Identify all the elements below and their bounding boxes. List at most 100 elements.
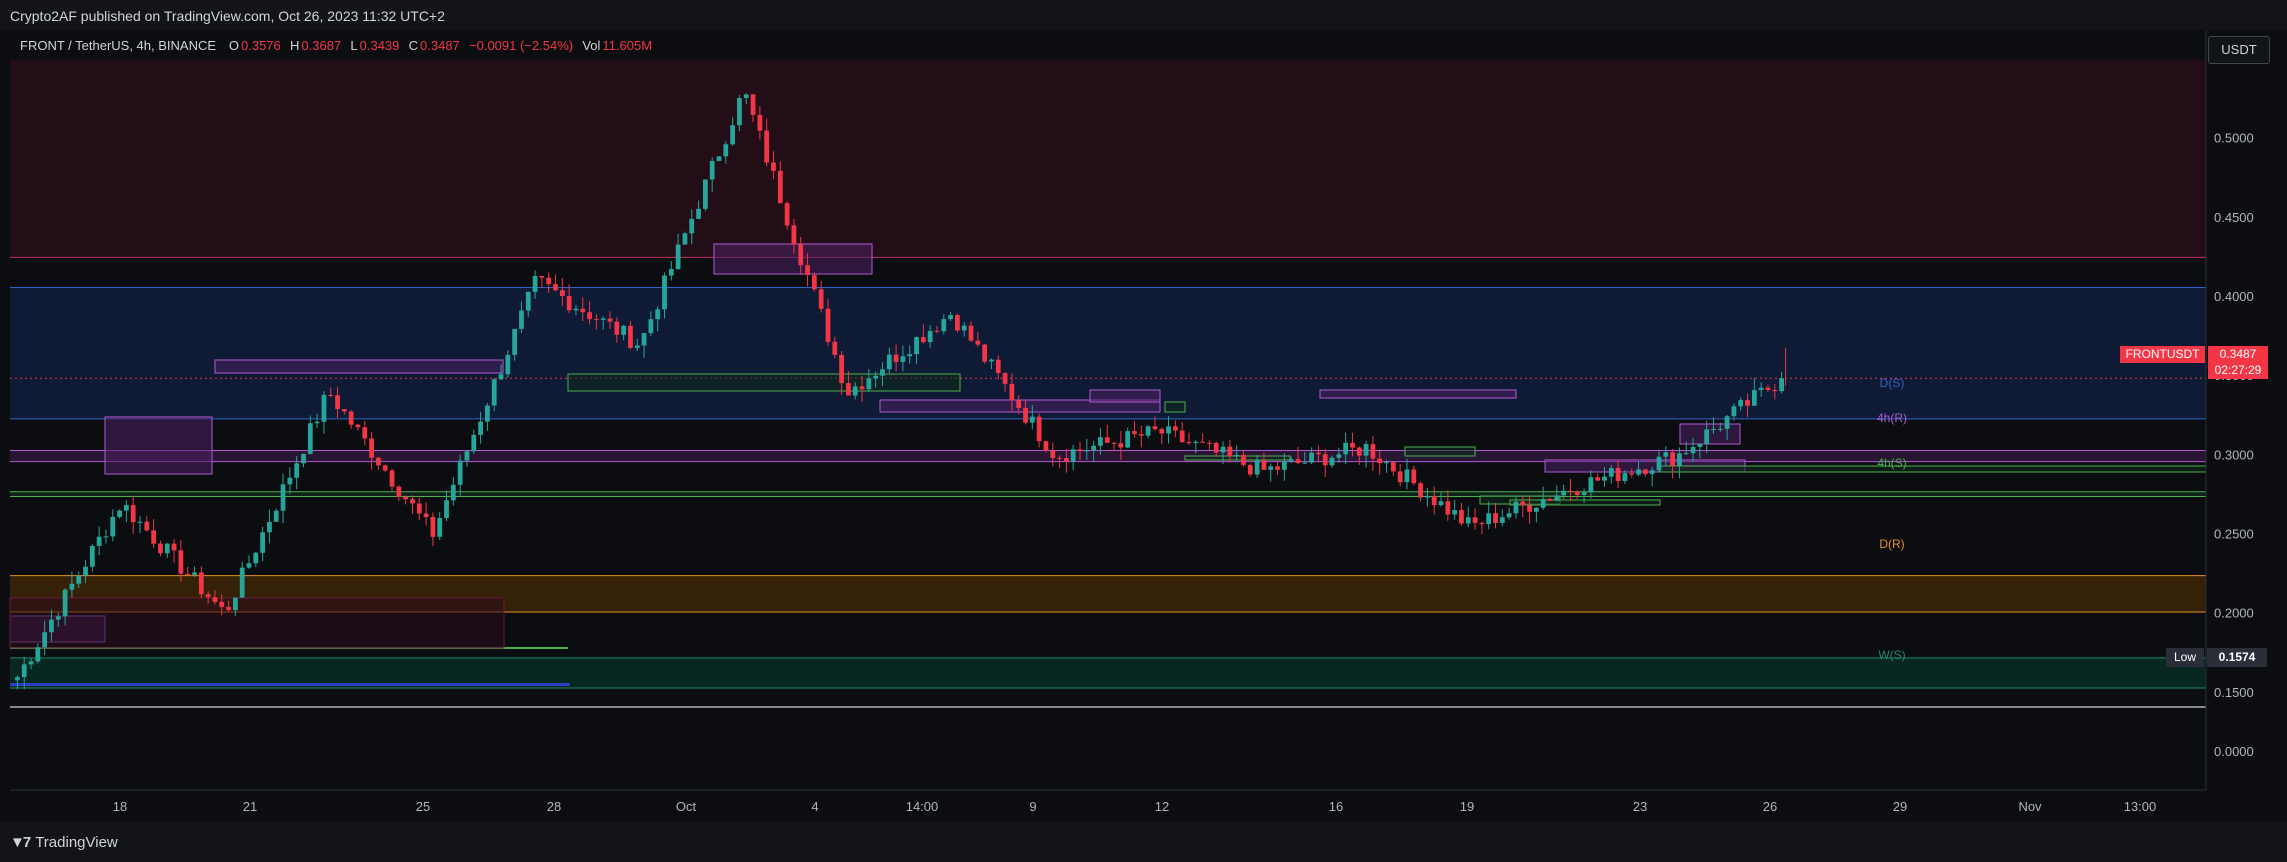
candle-body: [335, 395, 340, 410]
candle-body: [1472, 517, 1478, 523]
candle-body: [491, 379, 497, 406]
candle-body: [846, 383, 851, 396]
candle-body: [1220, 446, 1226, 453]
candle-body: [1288, 459, 1294, 462]
y-tick-label: 0.2500: [2214, 526, 2254, 541]
price-tag-countdown: 02:27:29: [2214, 363, 2262, 377]
order-block: [9, 597, 505, 649]
candle-body: [1234, 454, 1240, 457]
low-value: 0.3439: [359, 38, 400, 53]
candle-body: [410, 499, 415, 504]
candle-body: [594, 319, 599, 321]
open-value: 0.3576: [241, 38, 281, 53]
candle-body: [151, 530, 157, 544]
candle-body: [1677, 453, 1682, 466]
symbol-legend: FRONT / TetherUS, 4h, BINANCE O 0.3576 H0…: [20, 38, 654, 53]
close-value: 0.3487: [420, 38, 460, 53]
candle-body: [1520, 501, 1526, 506]
x-tick-label: 14:00: [906, 799, 939, 814]
candle-body: [1118, 443, 1124, 448]
candle-body: [1649, 470, 1655, 475]
candle-body: [1656, 456, 1662, 471]
candle-body: [1370, 444, 1376, 459]
x-tick-label: 9: [1029, 799, 1036, 814]
candle-body: [989, 359, 994, 362]
tradingview-brand[interactable]: ▼7 TradingView: [10, 834, 118, 851]
candle-body: [1138, 434, 1144, 436]
price-chart[interactable]: 0.50000.45000.40000.35000.30000.25000.20…: [0, 0, 2287, 862]
candle-body: [355, 424, 361, 428]
candle-body: [396, 486, 402, 497]
candle-body: [525, 291, 531, 311]
candle-body: [934, 330, 940, 332]
candle-body: [1642, 469, 1648, 475]
x-tick-label: 26: [1763, 799, 1777, 814]
candle-body: [1377, 458, 1383, 464]
candle-body: [1084, 450, 1090, 452]
candle-body: [260, 532, 266, 553]
candle-body: [1302, 462, 1308, 464]
zone-supply: [10, 59, 2206, 258]
x-tick-label: 29: [1893, 799, 1907, 814]
order-block: [1509, 499, 1661, 506]
candle-body: [83, 566, 88, 576]
footer-bar: [0, 822, 2287, 862]
x-tick-label: 21: [243, 799, 257, 814]
candle-body: [15, 677, 20, 681]
candle-body: [512, 328, 518, 355]
candle-body: [137, 521, 143, 523]
candle-body: [287, 477, 293, 485]
candle-body: [1527, 505, 1532, 512]
candle-body: [328, 394, 334, 396]
candle-body: [1152, 426, 1158, 430]
candle-body: [1704, 429, 1710, 445]
y-tick-label: 0.1500: [2214, 685, 2254, 700]
y-tick-label: 0.2000: [2214, 606, 2254, 621]
tradingview-logo-icon: ▼7: [10, 834, 31, 851]
candle-body: [1179, 430, 1185, 443]
y-tick-label: 0.4000: [2214, 289, 2254, 304]
change-value: −0.0091 (−2.54%): [469, 38, 574, 53]
zone-label: 4h(S): [1877, 456, 1906, 470]
candle-body: [423, 513, 429, 518]
candle-body: [1493, 513, 1498, 524]
candle-body: [1772, 389, 1778, 392]
candle-body: [1465, 517, 1471, 524]
candle-body: [914, 337, 919, 355]
candle-body: [1316, 452, 1321, 455]
candle-body: [982, 344, 988, 362]
order-block: [567, 373, 961, 392]
candle-body: [198, 572, 204, 595]
candle-body: [798, 244, 804, 266]
candle-body: [1397, 471, 1403, 483]
candle-body: [1098, 437, 1103, 446]
candle-body: [239, 567, 245, 598]
brand-text: TradingView: [35, 834, 118, 851]
candle-body: [968, 325, 974, 341]
candle-body: [1724, 416, 1730, 429]
candle-body: [607, 318, 613, 322]
y-tick-label: 0.0000: [2214, 744, 2254, 759]
candle-body: [907, 354, 913, 357]
x-tick-label: 23: [1633, 799, 1647, 814]
open-label: O: [228, 38, 239, 53]
candle-body: [757, 114, 763, 131]
candle-body: [164, 543, 170, 554]
candle-body: [416, 503, 422, 514]
candle-body: [267, 521, 272, 533]
candle-body: [471, 434, 477, 452]
candle-body: [171, 543, 177, 551]
currency-button[interactable]: USDT: [2208, 36, 2270, 64]
candle-body: [737, 98, 742, 126]
candle-body: [805, 265, 810, 276]
low-price-tag: Low 0.1574: [2166, 648, 2267, 667]
candle-body: [124, 505, 129, 511]
candle-body: [273, 510, 279, 522]
candle-body: [1670, 452, 1675, 466]
candle-body: [1172, 426, 1178, 431]
candle-body: [702, 179, 708, 209]
candle-body: [321, 394, 327, 422]
candle-body: [96, 536, 102, 546]
candle-body: [662, 275, 667, 310]
candle-body: [1711, 428, 1716, 430]
